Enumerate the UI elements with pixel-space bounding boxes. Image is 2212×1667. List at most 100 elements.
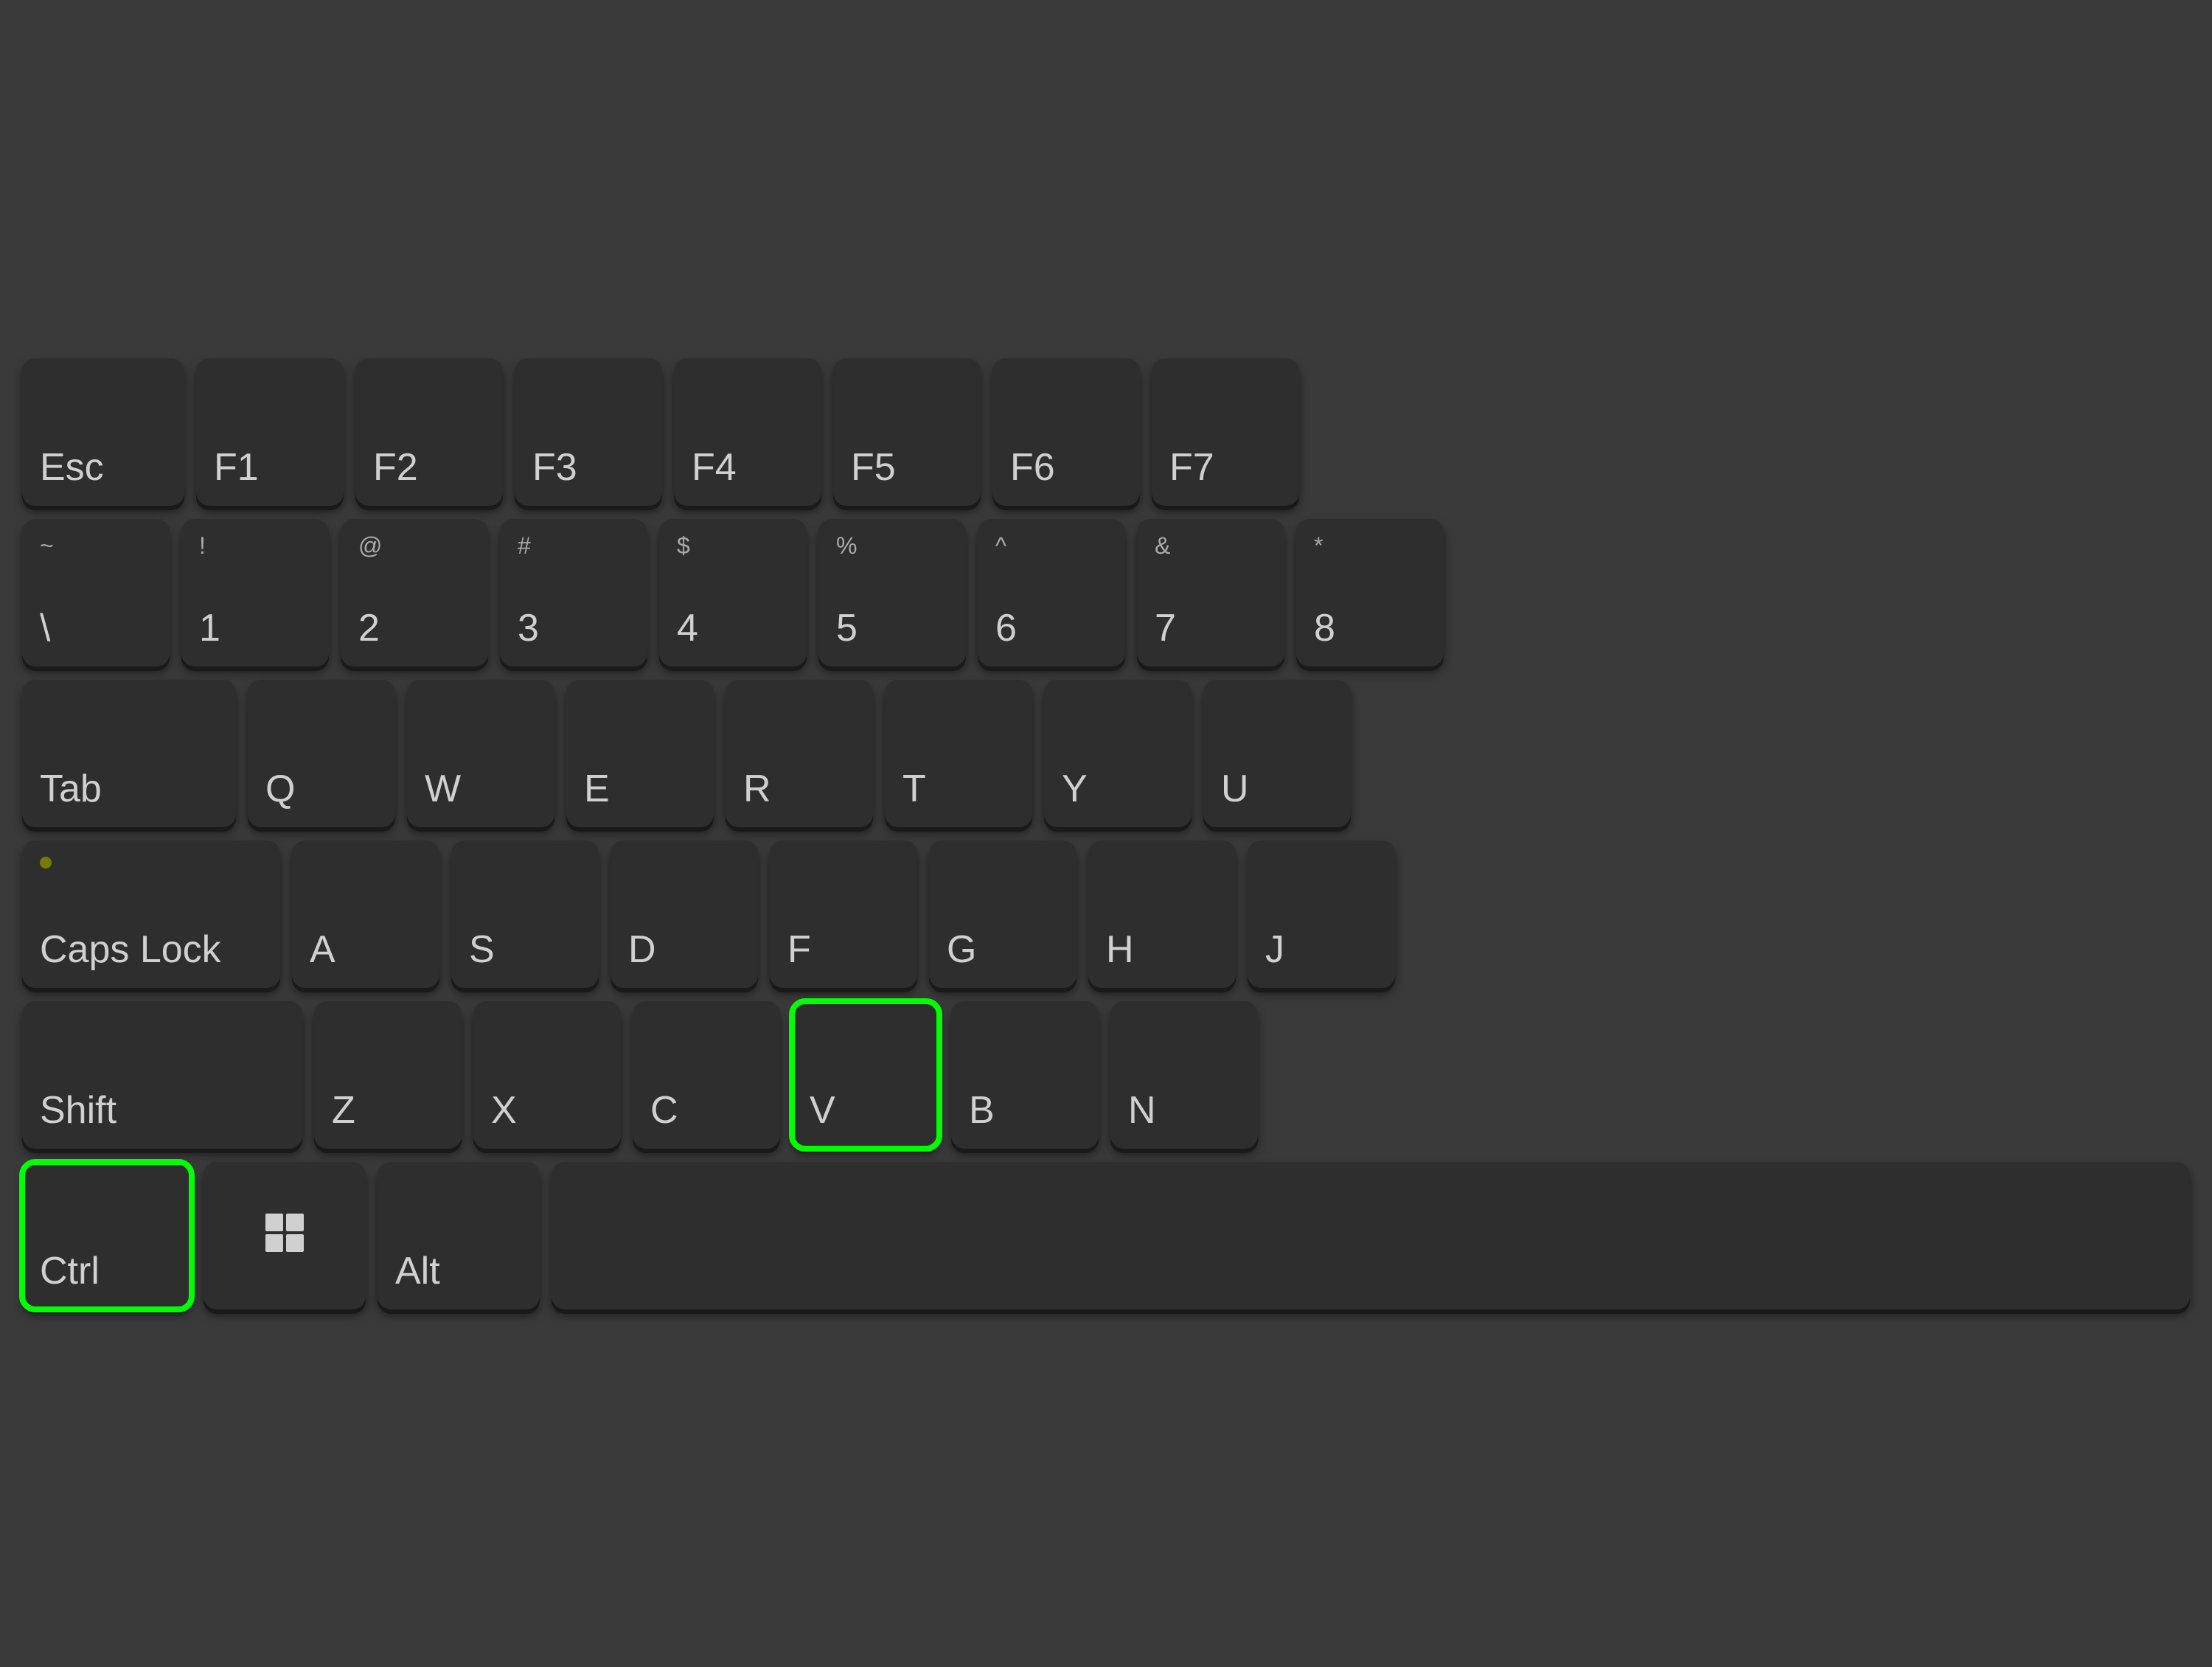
key-b[interactable]: B bbox=[951, 1001, 1099, 1149]
key-label: Shift bbox=[40, 1088, 116, 1132]
caps-lock-indicator bbox=[40, 857, 52, 869]
key-label: Caps Lock bbox=[40, 928, 221, 972]
key-label: 2 bbox=[358, 606, 380, 650]
key-d[interactable]: D bbox=[611, 841, 758, 988]
key-w[interactable]: W bbox=[407, 680, 554, 827]
key-sublabel: % bbox=[836, 532, 857, 560]
qwerty-row: Tab Q W E R T Y U bbox=[22, 680, 2190, 827]
key-ctrl[interactable]: Ctrl bbox=[22, 1162, 192, 1309]
key-shift[interactable]: Shift bbox=[22, 1001, 302, 1149]
key-7[interactable]: & 7 bbox=[1137, 519, 1284, 667]
key-f2[interactable]: F2 bbox=[355, 358, 503, 506]
key-label: Tab bbox=[40, 767, 102, 811]
key-e[interactable]: E bbox=[566, 680, 714, 827]
fn-row: Esc F1 F2 F3 F4 F5 F6 F7 bbox=[22, 358, 2190, 506]
key-r[interactable]: R bbox=[726, 680, 873, 827]
windows-icon bbox=[265, 1214, 304, 1252]
key-n[interactable]: N bbox=[1110, 1001, 1258, 1149]
key-sublabel: & bbox=[1155, 532, 1170, 560]
key-label: W bbox=[425, 767, 461, 811]
key-label: N bbox=[1128, 1088, 1156, 1132]
key-a[interactable]: A bbox=[292, 841, 439, 988]
key-3[interactable]: # 3 bbox=[500, 519, 647, 667]
key-u[interactable]: U bbox=[1203, 680, 1351, 827]
key-label: F4 bbox=[692, 445, 737, 490]
key-alt[interactable]: Alt bbox=[378, 1162, 540, 1309]
key-label: X bbox=[491, 1088, 517, 1132]
key-q[interactable]: Q bbox=[248, 680, 395, 827]
key-g[interactable]: G bbox=[929, 841, 1077, 988]
key-f3[interactable]: F3 bbox=[515, 358, 662, 506]
key-6[interactable]: ^ 6 bbox=[978, 519, 1125, 667]
asdf-row: Caps Lock A S D F G H J bbox=[22, 841, 2190, 988]
key-label: F bbox=[787, 928, 811, 972]
key-label: 4 bbox=[677, 606, 698, 650]
key-c[interactable]: C bbox=[633, 1001, 780, 1149]
key-label: F1 bbox=[214, 445, 259, 490]
key-label: S bbox=[469, 928, 495, 972]
key-f[interactable]: F bbox=[770, 841, 917, 988]
key-label: R bbox=[743, 767, 771, 811]
key-label: E bbox=[584, 767, 610, 811]
key-label: Alt bbox=[395, 1249, 440, 1293]
key-s[interactable]: S bbox=[451, 841, 599, 988]
key-1[interactable]: ! 1 bbox=[181, 519, 329, 667]
key-win[interactable] bbox=[204, 1162, 366, 1309]
zxcv-row: Shift Z X C V B N bbox=[22, 1001, 2190, 1149]
key-label: J bbox=[1265, 928, 1284, 972]
key-grave[interactable]: ~ \ bbox=[22, 519, 170, 667]
key-sublabel: # bbox=[518, 532, 531, 560]
key-label: B bbox=[969, 1088, 995, 1132]
key-label: Ctrl bbox=[40, 1249, 100, 1293]
key-label: D bbox=[628, 928, 656, 972]
key-label: 1 bbox=[199, 606, 220, 650]
keyboard: Esc F1 F2 F3 F4 F5 F6 F7 ~ \ ! 1 bbox=[22, 358, 2190, 1309]
key-y[interactable]: Y bbox=[1044, 680, 1192, 827]
key-label: Z bbox=[332, 1088, 355, 1132]
key-label: 3 bbox=[518, 606, 539, 650]
key-f7[interactable]: F7 bbox=[1152, 358, 1299, 506]
key-z[interactable]: Z bbox=[314, 1001, 462, 1149]
key-2[interactable]: @ 2 bbox=[341, 519, 488, 667]
key-h[interactable]: H bbox=[1088, 841, 1236, 988]
key-label: F2 bbox=[373, 445, 418, 490]
key-label: U bbox=[1221, 767, 1249, 811]
key-v[interactable]: V bbox=[792, 1001, 939, 1149]
key-sublabel: $ bbox=[677, 532, 690, 560]
key-x[interactable]: X bbox=[473, 1001, 621, 1149]
key-sublabel: ~ bbox=[40, 532, 54, 560]
key-t[interactable]: T bbox=[885, 680, 1032, 827]
key-label: H bbox=[1106, 928, 1134, 972]
key-label: C bbox=[650, 1088, 678, 1132]
key-f5[interactable]: F5 bbox=[833, 358, 981, 506]
key-label: F6 bbox=[1010, 445, 1055, 490]
key-8[interactable]: * 8 bbox=[1296, 519, 1444, 667]
key-label: G bbox=[947, 928, 976, 972]
key-f1[interactable]: F1 bbox=[196, 358, 344, 506]
key-label: Q bbox=[265, 767, 295, 811]
key-label: 6 bbox=[995, 606, 1017, 650]
key-sublabel: @ bbox=[358, 532, 382, 560]
key-caps-lock[interactable]: Caps Lock bbox=[22, 841, 280, 988]
key-5[interactable]: % 5 bbox=[818, 519, 966, 667]
key-f6[interactable]: F6 bbox=[992, 358, 1140, 506]
key-label: \ bbox=[40, 606, 50, 650]
key-sublabel: * bbox=[1314, 532, 1323, 560]
key-sublabel: ^ bbox=[995, 532, 1006, 560]
key-4[interactable]: $ 4 bbox=[659, 519, 807, 667]
key-label: 8 bbox=[1314, 606, 1335, 650]
key-label: F3 bbox=[532, 445, 577, 490]
key-label: V bbox=[810, 1088, 835, 1132]
bottom-row: Ctrl Alt bbox=[22, 1162, 2190, 1309]
key-space[interactable] bbox=[552, 1162, 2190, 1309]
key-f4[interactable]: F4 bbox=[674, 358, 821, 506]
key-tab[interactable]: Tab bbox=[22, 680, 236, 827]
key-j[interactable]: J bbox=[1248, 841, 1395, 988]
key-label: Y bbox=[1062, 767, 1088, 811]
key-label: F5 bbox=[851, 445, 896, 490]
key-esc[interactable]: Esc bbox=[22, 358, 184, 506]
key-label: 5 bbox=[836, 606, 858, 650]
key-label: Esc bbox=[40, 445, 104, 490]
key-sublabel: ! bbox=[199, 532, 206, 560]
key-label: F7 bbox=[1169, 445, 1214, 490]
